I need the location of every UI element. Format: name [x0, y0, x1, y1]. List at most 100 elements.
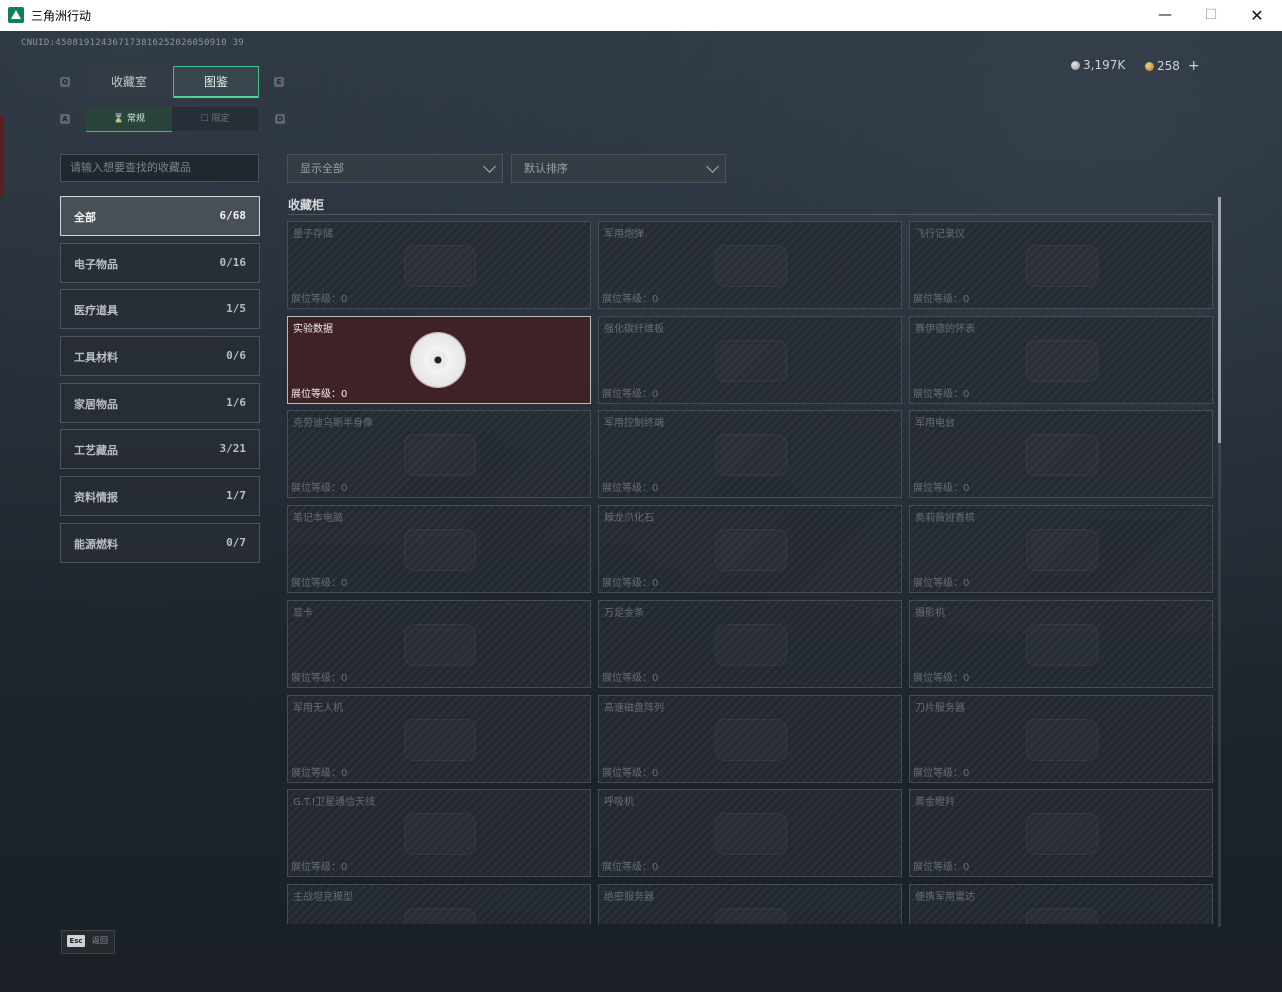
category-medical[interactable]: 医疗道具 1/5 — [60, 289, 260, 329]
collection-item-card[interactable]: 黄金瞪羚展位等级：0 — [909, 789, 1213, 877]
collection-item-card[interactable]: G.T.I卫星通信天线 展位等级：0 — [287, 789, 591, 877]
silver-currency: 3,197K — [1071, 58, 1125, 72]
window-titlebar: 三角洲行动 — ☐ ✕ — [0, 0, 1282, 32]
item-level: 展位等级：0 — [291, 479, 347, 494]
item-level: 展位等级：0 — [602, 669, 658, 684]
item-level: 展位等级：0 — [291, 385, 347, 400]
item-level-value: 0 — [652, 389, 659, 400]
collection-item-card[interactable]: 呼吸机 展位等级：0 — [598, 789, 902, 877]
item-level-value: 0 — [341, 483, 348, 494]
tab-catalog[interactable]: 图鉴 — [173, 66, 259, 98]
category-label: 资料情报 — [74, 491, 118, 504]
collection-item-card[interactable]: 万足金条展位等级：0 — [598, 600, 902, 688]
scrollbar-thumb[interactable] — [1218, 197, 1221, 443]
item-level-prefix: 展位等级： — [291, 862, 341, 873]
sort-dropdown[interactable]: 默认排序 — [511, 154, 726, 183]
locked-item-silhouette-icon — [715, 434, 787, 476]
item-level: 展位等级：0 — [913, 669, 969, 684]
item-name: 万足金条 — [604, 608, 644, 619]
collection-item-card[interactable]: 显卡 展位等级：0 — [287, 600, 591, 688]
category-electronics[interactable]: 电子物品 0/16 — [60, 243, 260, 283]
item-level-prefix: 展位等级： — [291, 483, 341, 494]
locked-item-silhouette-icon — [715, 340, 787, 382]
collection-item-card[interactable]: 实验数据 展位等级：0 — [287, 316, 591, 404]
item-name: 军用电台 — [915, 418, 955, 429]
item-level: 展位等级：0 — [913, 858, 969, 873]
maximize-button[interactable]: ☐ — [1188, 0, 1234, 31]
collection-item-card[interactable]: 军用控制终端 展位等级：0 — [598, 410, 902, 498]
category-all[interactable]: 全部 6/68 — [60, 196, 260, 236]
item-level: 展位等级：0 — [602, 858, 658, 873]
item-level-value: 0 — [341, 768, 348, 779]
category-label: 工艺藏品 — [74, 444, 118, 457]
locked-item-silhouette-icon — [1026, 529, 1098, 571]
category-household[interactable]: 家居物品 1/6 — [60, 383, 260, 423]
collection-item-card[interactable]: 飞行记录仪 展位等级：0 — [909, 221, 1213, 309]
locked-item-silhouette-icon — [404, 908, 476, 924]
category-crafts[interactable]: 工艺藏品 3/21 — [60, 429, 260, 469]
item-name: 黄金瞪羚 — [915, 797, 955, 808]
tab-collection-room[interactable]: 收藏室 — [86, 66, 172, 98]
collection-item-card[interactable]: 克劳迪乌斯半身像 展位等级：0 — [287, 410, 591, 498]
collection-item-card[interactable]: 摄影机 展位等级：0 — [909, 600, 1213, 688]
locked-item-silhouette-icon — [715, 245, 787, 287]
item-level-value: 0 — [652, 768, 659, 779]
collection-item-card[interactable]: 笔记本电脑 展位等级：0 — [287, 505, 591, 593]
collection-item-card[interactable]: 棘龙爪化石 展位等级：0 — [598, 505, 902, 593]
add-currency-button[interactable]: + — [1188, 58, 1200, 74]
collection-item-card[interactable]: 赛伊德的怀表 展位等级：0 — [909, 316, 1213, 404]
collection-item-card[interactable]: 军用无人机 展位等级：0 — [287, 695, 591, 783]
item-level: 展位等级：0 — [291, 669, 347, 684]
collection-item-card[interactable]: 便携军用雷达展位等级：0 — [909, 884, 1213, 924]
item-level-prefix: 展位等级： — [602, 294, 652, 305]
collection-item-card[interactable]: 军用炮弹 展位等级：0 — [598, 221, 902, 309]
locked-item-silhouette-icon — [404, 719, 476, 761]
item-level: 展位等级：0 — [913, 290, 969, 305]
category-tools[interactable]: 工具材料 0/6 — [60, 336, 260, 376]
item-name: 奥莉薇娅香槟 — [915, 513, 975, 524]
section-divider — [287, 214, 1213, 215]
item-name: 便携军用雷达 — [915, 892, 975, 903]
collection-item-card[interactable]: 强化碳纤维板 展位等级：0 — [598, 316, 902, 404]
category-label: 能源燃料 — [74, 538, 118, 551]
minimize-button[interactable]: — — [1142, 0, 1188, 31]
close-button[interactable]: ✕ — [1234, 0, 1280, 31]
item-level-prefix: 展位等级： — [602, 483, 652, 494]
item-level-value: 0 — [652, 483, 659, 494]
item-level-prefix: 展位等级： — [913, 294, 963, 305]
collection-item-card[interactable]: 军用电台 展位等级：0 — [909, 410, 1213, 498]
item-level-value: 0 — [652, 673, 659, 684]
item-name: 军用炮弹 — [604, 229, 644, 240]
collection-item-card[interactable]: 奥莉薇娅香槟 展位等级：0 — [909, 505, 1213, 593]
collection-item-card[interactable]: 刀片服务器 展位等级：0 — [909, 695, 1213, 783]
item-level-prefix: 展位等级： — [602, 673, 652, 684]
category-intel[interactable]: 资料情报 1/7 — [60, 476, 260, 516]
item-level: 展位等级：0 — [602, 385, 658, 400]
category-energy[interactable]: 能源燃料 0/7 — [60, 523, 260, 563]
item-level: 展位等级：0 — [602, 574, 658, 589]
item-level-value: 0 — [963, 768, 970, 779]
locked-item-silhouette-icon — [404, 434, 476, 476]
collection-item-card[interactable]: 绝密服务器展位等级：0 — [598, 884, 902, 924]
item-level: 展位等级：0 — [291, 290, 347, 305]
item-name: 高速磁盘阵列 — [604, 703, 664, 714]
category-count: 3/21 — [219, 442, 247, 455]
item-name: 赛伊德的怀表 — [915, 324, 975, 335]
gold-amount: 258 — [1157, 59, 1180, 73]
subtab-regular[interactable]: ⌛ 常规 — [86, 107, 172, 132]
search-input[interactable]: 请输入想要查找的收藏品 — [60, 154, 259, 182]
item-level-value: 0 — [341, 389, 348, 400]
chevron-down-icon — [483, 160, 496, 173]
item-level-prefix: 展位等级： — [602, 768, 652, 779]
collection-item-card[interactable]: 量子存储 展位等级：0 — [287, 221, 591, 309]
item-level-value: 0 — [963, 578, 970, 589]
item-name: G.T.I卫星通信天线 — [293, 797, 375, 808]
collection-item-card[interactable]: 主战坦克模型展位等级：0 — [287, 884, 591, 924]
item-name: 绝密服务器 — [604, 892, 654, 903]
window-title: 三角洲行动 — [31, 9, 92, 23]
esc-key-hint: Esc — [67, 935, 85, 947]
subtab-limited[interactable]: ☐ 限定 — [172, 107, 258, 131]
locked-item-silhouette-icon — [715, 529, 787, 571]
filter-dropdown[interactable]: 显示全部 — [287, 154, 503, 183]
collection-item-card[interactable]: 高速磁盘阵列 展位等级：0 — [598, 695, 902, 783]
